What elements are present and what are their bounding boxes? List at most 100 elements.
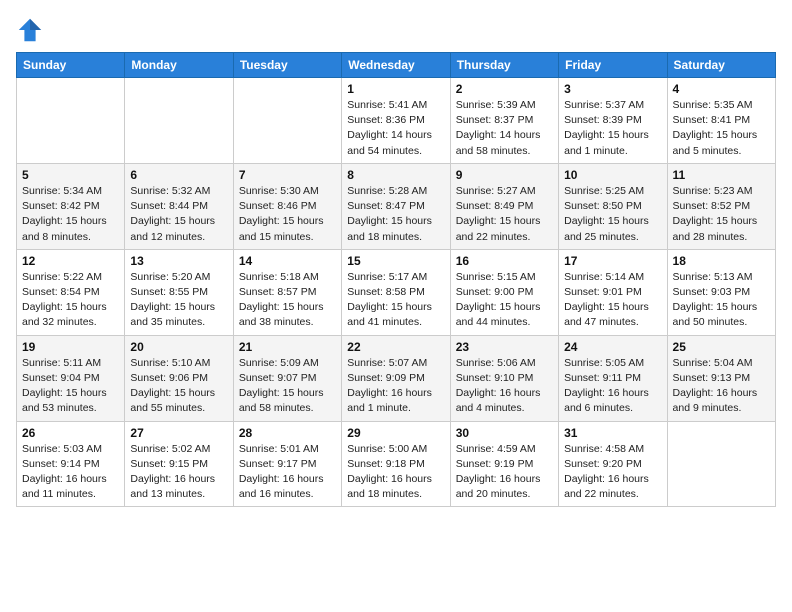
day-number: 5 xyxy=(22,168,119,182)
calendar-cell: 4 Sunrise: 5:35 AM Sunset: 8:41 PM Daylig… xyxy=(667,78,775,164)
calendar-cell: 26Sunrise: 5:03 AM Sunset: 9:14 PM Dayli… xyxy=(17,421,125,507)
day-info: Sunrise: 5:15 AM Sunset: 9:00 PM Dayligh… xyxy=(456,270,553,331)
day-number: 16 xyxy=(456,254,553,268)
calendar-week-row: 5 Sunrise: 5:34 AM Sunset: 8:42 PM Daylig… xyxy=(17,163,776,249)
day-number: 11 xyxy=(673,168,770,182)
day-number: 14 xyxy=(239,254,336,268)
day-number: 12 xyxy=(22,254,119,268)
calendar-cell: 1Sunrise: 5:41 AM Sunset: 8:36 PM Daylig… xyxy=(342,78,450,164)
day-number: 4 xyxy=(673,82,770,96)
day-number: 19 xyxy=(22,340,119,354)
day-number: 25 xyxy=(673,340,770,354)
header-day-monday: Monday xyxy=(125,53,233,78)
calendar-week-row: 26Sunrise: 5:03 AM Sunset: 9:14 PM Dayli… xyxy=(17,421,776,507)
day-info: Sunrise: 5:05 AM Sunset: 9:11 PM Dayligh… xyxy=(564,356,661,417)
day-info: Sunrise: 5:13 AM Sunset: 9:03 PM Dayligh… xyxy=(673,270,770,331)
calendar-cell: 16 Sunrise: 5:15 AM Sunset: 9:00 PM Dayli… xyxy=(450,249,558,335)
calendar-cell: 20 Sunrise: 5:10 AM Sunset: 9:06 PM Dayli… xyxy=(125,335,233,421)
calendar-week-row: 12Sunrise: 5:22 AM Sunset: 8:54 PM Dayli… xyxy=(17,249,776,335)
day-info: Sunrise: 5:32 AM Sunset: 8:44 PM Dayligh… xyxy=(130,184,227,245)
calendar-cell: 29Sunrise: 5:00 AM Sunset: 9:18 PM Dayli… xyxy=(342,421,450,507)
day-info: Sunrise: 5:04 AM Sunset: 9:13 PM Dayligh… xyxy=(673,356,770,417)
calendar-week-row: 19 Sunrise: 5:11 AM Sunset: 9:04 PM Dayli… xyxy=(17,335,776,421)
day-info: Sunrise: 5:35 AM Sunset: 8:41 PM Dayligh… xyxy=(673,98,770,159)
calendar-week-row: 1Sunrise: 5:41 AM Sunset: 8:36 PM Daylig… xyxy=(17,78,776,164)
day-number: 10 xyxy=(564,168,661,182)
calendar-header-row: SundayMondayTuesdayWednesdayThursdayFrid… xyxy=(17,53,776,78)
calendar-cell xyxy=(233,78,341,164)
calendar-cell: 19 Sunrise: 5:11 AM Sunset: 9:04 PM Dayli… xyxy=(17,335,125,421)
day-info: Sunrise: 5:39 AM Sunset: 8:37 PM Dayligh… xyxy=(456,98,553,159)
day-number: 2 xyxy=(456,82,553,96)
day-number: 6 xyxy=(130,168,227,182)
day-info: Sunrise: 5:41 AM Sunset: 8:36 PM Dayligh… xyxy=(347,98,444,159)
header-day-sunday: Sunday xyxy=(17,53,125,78)
day-info: Sunrise: 5:01 AM Sunset: 9:17 PM Dayligh… xyxy=(239,442,336,503)
day-info: Sunrise: 5:20 AM Sunset: 8:55 PM Dayligh… xyxy=(130,270,227,331)
calendar-cell: 23 Sunrise: 5:06 AM Sunset: 9:10 PM Dayli… xyxy=(450,335,558,421)
day-number: 26 xyxy=(22,426,119,440)
day-info: Sunrise: 5:27 AM Sunset: 8:49 PM Dayligh… xyxy=(456,184,553,245)
day-number: 27 xyxy=(130,426,227,440)
day-number: 18 xyxy=(673,254,770,268)
calendar-cell: 21Sunrise: 5:09 AM Sunset: 9:07 PM Dayli… xyxy=(233,335,341,421)
calendar-cell: 25 Sunrise: 5:04 AM Sunset: 9:13 PM Dayli… xyxy=(667,335,775,421)
day-info: Sunrise: 4:59 AM Sunset: 9:19 PM Dayligh… xyxy=(456,442,553,503)
day-number: 15 xyxy=(347,254,444,268)
calendar-cell: 17 Sunrise: 5:14 AM Sunset: 9:01 PM Dayli… xyxy=(559,249,667,335)
day-info: Sunrise: 5:25 AM Sunset: 8:50 PM Dayligh… xyxy=(564,184,661,245)
calendar-cell: 2 Sunrise: 5:39 AM Sunset: 8:37 PM Daylig… xyxy=(450,78,558,164)
calendar-cell: 18 Sunrise: 5:13 AM Sunset: 9:03 PM Dayli… xyxy=(667,249,775,335)
calendar-cell: 9 Sunrise: 5:27 AM Sunset: 8:49 PM Daylig… xyxy=(450,163,558,249)
calendar-cell xyxy=(125,78,233,164)
day-info: Sunrise: 5:18 AM Sunset: 8:57 PM Dayligh… xyxy=(239,270,336,331)
day-info: Sunrise: 5:06 AM Sunset: 9:10 PM Dayligh… xyxy=(456,356,553,417)
calendar-cell: 5 Sunrise: 5:34 AM Sunset: 8:42 PM Daylig… xyxy=(17,163,125,249)
day-number: 20 xyxy=(130,340,227,354)
logo xyxy=(16,16,46,44)
calendar-cell: 28Sunrise: 5:01 AM Sunset: 9:17 PM Dayli… xyxy=(233,421,341,507)
day-info: Sunrise: 5:30 AM Sunset: 8:46 PM Dayligh… xyxy=(239,184,336,245)
calendar-cell: 10 Sunrise: 5:25 AM Sunset: 8:50 PM Dayli… xyxy=(559,163,667,249)
page-header xyxy=(16,16,776,44)
day-info: Sunrise: 5:34 AM Sunset: 8:42 PM Dayligh… xyxy=(22,184,119,245)
day-number: 30 xyxy=(456,426,553,440)
calendar-cell: 24Sunrise: 5:05 AM Sunset: 9:11 PM Dayli… xyxy=(559,335,667,421)
day-info: Sunrise: 5:11 AM Sunset: 9:04 PM Dayligh… xyxy=(22,356,119,417)
calendar-cell: 7 Sunrise: 5:30 AM Sunset: 8:46 PM Daylig… xyxy=(233,163,341,249)
day-number: 3 xyxy=(564,82,661,96)
day-number: 17 xyxy=(564,254,661,268)
calendar-cell xyxy=(17,78,125,164)
day-info: Sunrise: 5:10 AM Sunset: 9:06 PM Dayligh… xyxy=(130,356,227,417)
calendar-cell: 27 Sunrise: 5:02 AM Sunset: 9:15 PM Dayli… xyxy=(125,421,233,507)
calendar-cell: 8Sunrise: 5:28 AM Sunset: 8:47 PM Daylig… xyxy=(342,163,450,249)
logo-icon xyxy=(16,16,44,44)
day-info: Sunrise: 5:14 AM Sunset: 9:01 PM Dayligh… xyxy=(564,270,661,331)
calendar-cell: 3 Sunrise: 5:37 AM Sunset: 8:39 PM Daylig… xyxy=(559,78,667,164)
day-info: Sunrise: 5:02 AM Sunset: 9:15 PM Dayligh… xyxy=(130,442,227,503)
day-number: 13 xyxy=(130,254,227,268)
header-day-saturday: Saturday xyxy=(667,53,775,78)
day-number: 9 xyxy=(456,168,553,182)
day-number: 8 xyxy=(347,168,444,182)
calendar-cell: 12Sunrise: 5:22 AM Sunset: 8:54 PM Dayli… xyxy=(17,249,125,335)
day-number: 31 xyxy=(564,426,661,440)
calendar-cell xyxy=(667,421,775,507)
day-number: 21 xyxy=(239,340,336,354)
calendar-table: SundayMondayTuesdayWednesdayThursdayFrid… xyxy=(16,52,776,507)
calendar-cell: 13 Sunrise: 5:20 AM Sunset: 8:55 PM Dayli… xyxy=(125,249,233,335)
day-number: 22 xyxy=(347,340,444,354)
calendar-cell: 31 Sunrise: 4:58 AM Sunset: 9:20 PM Dayli… xyxy=(559,421,667,507)
header-day-wednesday: Wednesday xyxy=(342,53,450,78)
day-number: 23 xyxy=(456,340,553,354)
day-info: Sunrise: 4:58 AM Sunset: 9:20 PM Dayligh… xyxy=(564,442,661,503)
header-day-friday: Friday xyxy=(559,53,667,78)
day-info: Sunrise: 5:37 AM Sunset: 8:39 PM Dayligh… xyxy=(564,98,661,159)
calendar-cell: 11 Sunrise: 5:23 AM Sunset: 8:52 PM Dayli… xyxy=(667,163,775,249)
calendar-cell: 14 Sunrise: 5:18 AM Sunset: 8:57 PM Dayli… xyxy=(233,249,341,335)
calendar-cell: 30 Sunrise: 4:59 AM Sunset: 9:19 PM Dayli… xyxy=(450,421,558,507)
day-info: Sunrise: 5:00 AM Sunset: 9:18 PM Dayligh… xyxy=(347,442,444,503)
day-number: 7 xyxy=(239,168,336,182)
day-info: Sunrise: 5:23 AM Sunset: 8:52 PM Dayligh… xyxy=(673,184,770,245)
day-info: Sunrise: 5:07 AM Sunset: 9:09 PM Dayligh… xyxy=(347,356,444,417)
